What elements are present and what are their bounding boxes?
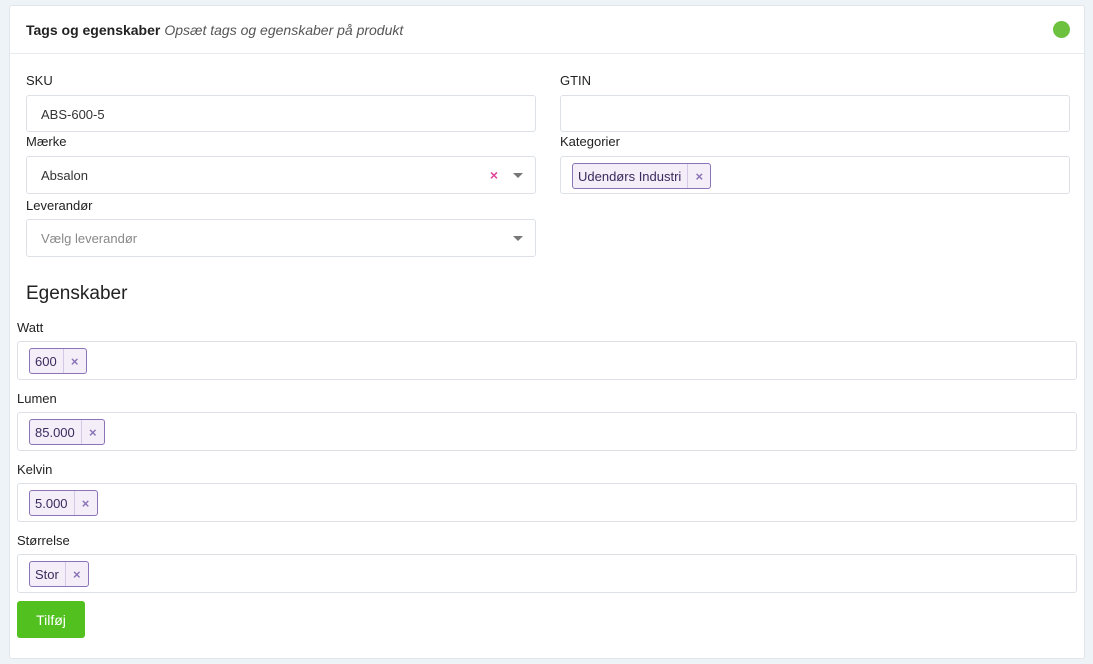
tag-label: Udendørs Industri — [578, 168, 682, 184]
lumen-label: Lumen — [17, 391, 57, 406]
panel-title-text: Tags og egenskaber — [26, 22, 161, 38]
size-label: Størrelse — [17, 533, 70, 548]
categories-label: Kategorier — [560, 134, 620, 149]
supplier-select[interactable]: Vælg leverandør — [26, 219, 536, 257]
panel-title: Tags og egenskaber Opsæt tags og egenskab… — [26, 22, 403, 38]
brand-select[interactable]: Absalon × — [26, 156, 536, 194]
size-tag-input[interactable]: Stor × — [17, 554, 1077, 593]
gtin-label: GTIN — [560, 73, 592, 88]
close-icon[interactable]: × — [687, 164, 710, 188]
sku-input[interactable]: ABS-600-5 — [26, 95, 536, 132]
watt-tag: 600 × — [29, 348, 87, 374]
watt-label: Watt — [17, 320, 44, 335]
close-icon[interactable]: × — [62, 349, 86, 373]
add-button-label: Tilføj — [36, 611, 66, 628]
categories-tag-input[interactable]: Udendørs Industri × — [560, 156, 1070, 194]
panel-subtitle: Opsæt tags og egenskaber på produkt — [164, 22, 404, 38]
clear-icon[interactable]: × — [490, 167, 498, 183]
lumen-tag: 85.000 × — [29, 419, 105, 445]
category-tag: Udendørs Industri × — [572, 163, 712, 189]
supplier-placeholder: Vælg leverandør — [41, 231, 138, 246]
panel-header: Tags og egenskaber Opsæt tags og egenskab… — [10, 6, 1084, 54]
tag-label: Stor — [35, 566, 59, 582]
status-indicator — [1053, 21, 1070, 38]
brand-label: Mærke — [26, 134, 67, 149]
supplier-label: Leverandør — [26, 198, 93, 213]
tag-label: 600 — [35, 353, 57, 369]
tags-panel: Tags og egenskaber Opsæt tags og egenskab… — [9, 5, 1085, 659]
kelvin-label: Kelvin — [17, 462, 53, 477]
kelvin-tag: 5.000 × — [29, 490, 98, 516]
properties-heading: Egenskaber — [26, 283, 128, 304]
brand-value: Absalon — [41, 168, 88, 183]
sku-label: SKU — [26, 73, 53, 88]
watt-tag-input[interactable]: 600 × — [17, 341, 1077, 380]
close-icon[interactable]: × — [64, 562, 88, 586]
close-icon[interactable]: × — [73, 491, 97, 515]
gtin-input[interactable] — [560, 95, 1070, 132]
chevron-down-icon[interactable] — [513, 236, 523, 241]
close-icon[interactable]: × — [80, 420, 104, 444]
add-button[interactable]: Tilføj — [17, 601, 85, 638]
tag-label: 5.000 — [35, 495, 68, 511]
chevron-down-icon[interactable] — [513, 173, 523, 178]
kelvin-tag-input[interactable]: 5.000 × — [17, 483, 1077, 522]
size-tag: Stor × — [29, 561, 89, 587]
lumen-tag-input[interactable]: 85.000 × — [17, 412, 1077, 451]
sku-value: ABS-600-5 — [41, 107, 105, 122]
tag-label: 85.000 — [35, 424, 75, 440]
